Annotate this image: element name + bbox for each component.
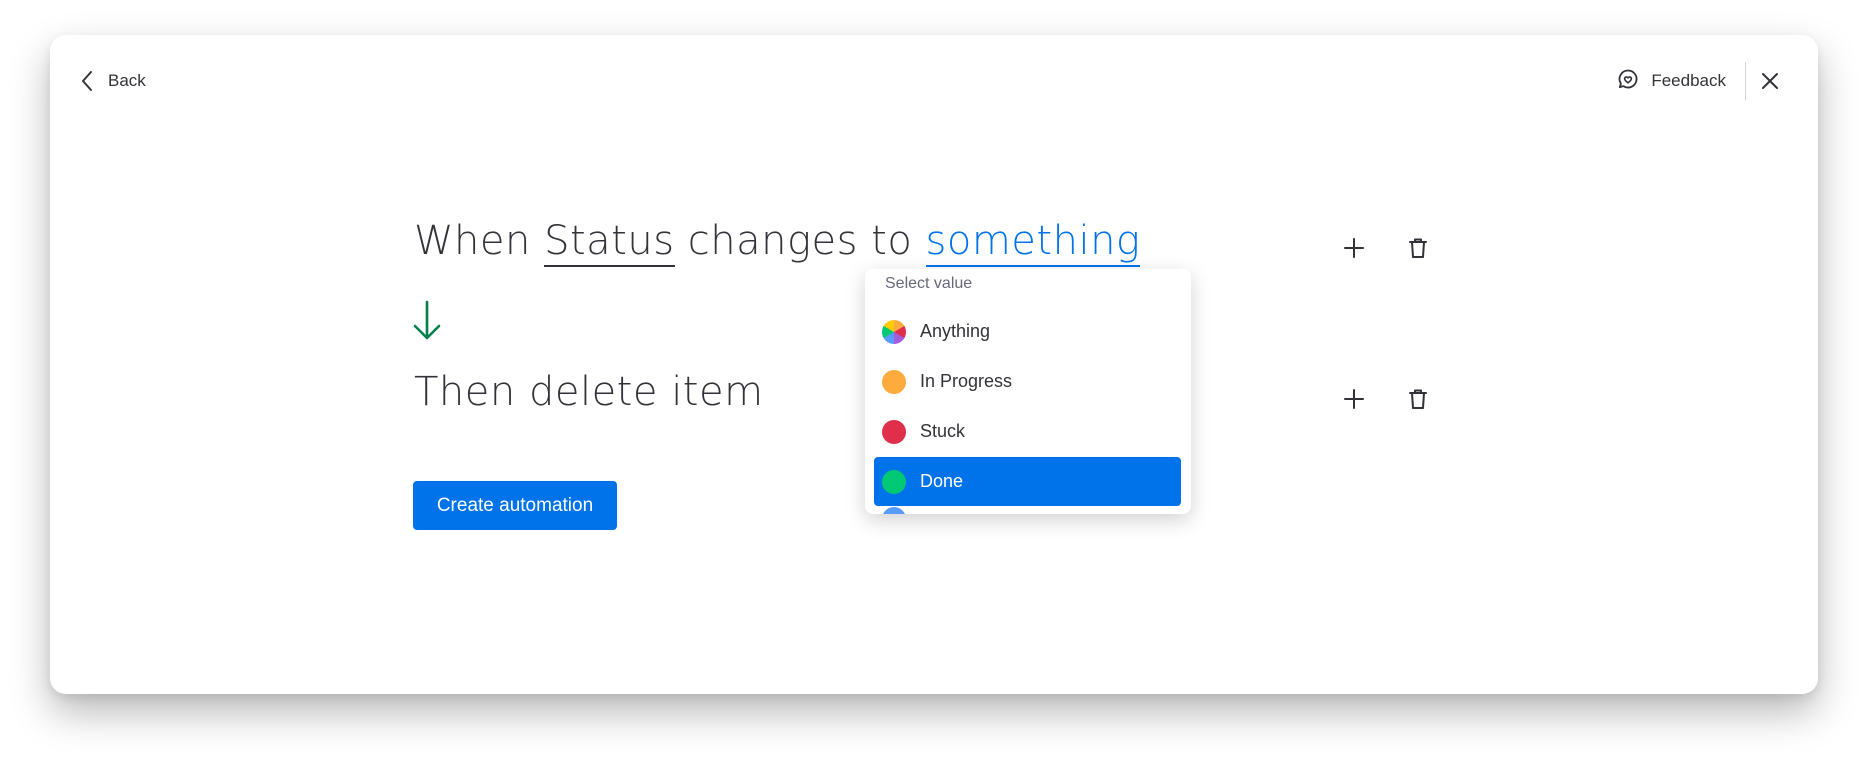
- option-label: In Progress: [920, 371, 1013, 391]
- trigger-sentence: When Status changes to something: [414, 218, 1141, 267]
- option-label: Stuck: [920, 421, 966, 441]
- trash-icon: [1409, 238, 1427, 258]
- action-sentence[interactable]: Then delete item: [414, 369, 764, 415]
- option-label: Done: [920, 471, 964, 491]
- delete-action-button[interactable]: [1402, 383, 1434, 415]
- close-button[interactable]: [1758, 69, 1782, 93]
- close-icon: [1762, 73, 1778, 89]
- trigger-column-field[interactable]: Status: [544, 218, 675, 267]
- anything-color-dot: [882, 319, 906, 344]
- automation-modal: Back Feedback When Status changes to som…: [50, 35, 1818, 694]
- dropdown-label: Select value: [885, 275, 973, 292]
- trigger-value-field[interactable]: something: [925, 218, 1141, 267]
- chevron-left-icon: [80, 70, 94, 92]
- delete-trigger-button[interactable]: [1402, 232, 1434, 264]
- back-button[interactable]: Back: [80, 65, 146, 97]
- option-done[interactable]: Done: [874, 457, 1181, 506]
- status-value-dropdown: Select value Anything In Progress Stuck …: [865, 269, 1191, 514]
- option-in-progress[interactable]: In Progress: [874, 357, 1181, 406]
- plus-icon: [1344, 238, 1364, 258]
- stuck-color-dot: [882, 419, 906, 444]
- add-trigger-condition-button[interactable]: [1338, 232, 1370, 264]
- next-option-color-dot: [882, 507, 906, 514]
- in-progress-color-dot: [882, 369, 906, 394]
- trigger-middle: changes to: [687, 218, 913, 264]
- done-color-dot: [882, 469, 906, 494]
- header-divider: [1745, 62, 1746, 100]
- create-automation-button[interactable]: Create automation: [413, 481, 617, 530]
- feedback-button[interactable]: Feedback: [1617, 65, 1726, 97]
- option-stuck[interactable]: Stuck: [874, 407, 1181, 456]
- back-label: Back: [108, 71, 146, 90]
- trigger-prefix: When: [414, 218, 531, 264]
- add-action-button[interactable]: [1338, 383, 1370, 415]
- arrow-down-icon: [412, 300, 442, 347]
- trash-icon: [1409, 389, 1427, 409]
- option-anything[interactable]: Anything: [874, 307, 1181, 356]
- feedback-icon: [1617, 68, 1639, 95]
- option-label: Anything: [920, 321, 991, 341]
- feedback-label: Feedback: [1651, 71, 1726, 90]
- plus-icon: [1344, 389, 1364, 409]
